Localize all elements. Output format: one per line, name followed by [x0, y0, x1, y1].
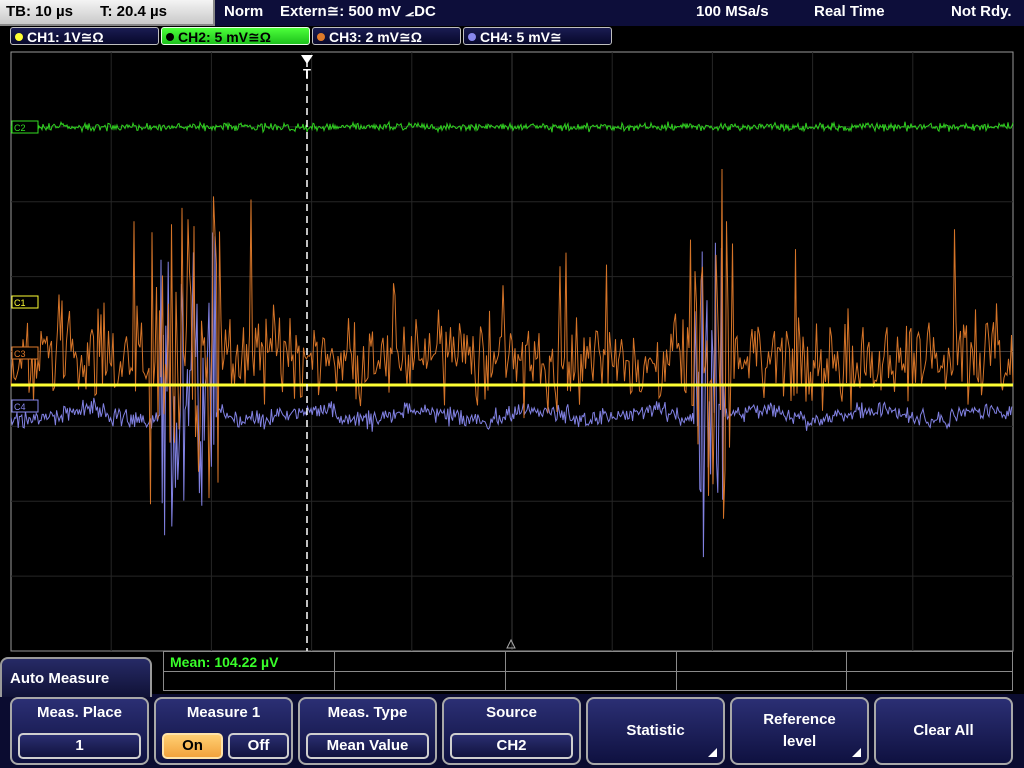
svg-text:C1: C1: [14, 298, 26, 308]
meas-type-softkey[interactable]: Meas. Type Mean Value: [298, 697, 437, 765]
source-label: Source: [486, 704, 537, 721]
statistic-label: Statistic: [626, 722, 685, 739]
channel-marker-ch3[interactable]: C3: [11, 346, 39, 360]
statistic-softkey[interactable]: Statistic: [586, 697, 725, 765]
measurement-cell-2: [334, 652, 506, 690]
measure1-softkey[interactable]: Measure 1 On Off: [154, 697, 293, 765]
meas-place-label: Meas. Place: [36, 704, 123, 721]
measure1-label: Measure 1: [186, 704, 261, 721]
meas-place-softkey[interactable]: Meas. Place 1: [10, 697, 149, 765]
trigger-marker-label: T: [303, 66, 311, 81]
source-softkey[interactable]: Source CH2: [442, 697, 581, 765]
meas-type-value[interactable]: Mean Value: [306, 733, 429, 759]
measurement-cell-4: [676, 652, 847, 690]
channel-marker-ch4[interactable]: C4: [11, 399, 39, 413]
source-value[interactable]: CH2: [450, 733, 573, 759]
measure1-on-button[interactable]: On: [162, 733, 223, 759]
measurement-mean-value: Mean: 104.22 µV: [170, 654, 279, 670]
measurement-results: Mean: 104.22 µV: [163, 651, 1013, 691]
svg-text:C4: C4: [14, 402, 26, 412]
channel-marker-ch1[interactable]: C1: [11, 295, 39, 309]
meas-type-label: Meas. Type: [327, 704, 408, 721]
measurement-cell-3: [505, 652, 677, 690]
clear-all-label: Clear All: [913, 722, 974, 739]
clear-all-softkey[interactable]: Clear All: [874, 697, 1013, 765]
svg-text:C3: C3: [14, 349, 26, 359]
submenu-corner-icon: [708, 748, 717, 757]
reference-level-label-line1: Reference: [763, 711, 836, 728]
svg-text:C2: C2: [14, 123, 26, 133]
channel-marker-ch2[interactable]: C2: [11, 120, 39, 134]
meas-place-value[interactable]: 1: [18, 733, 141, 759]
menu-title: Auto Measure: [0, 657, 152, 697]
reference-level-label-line2: level: [782, 733, 817, 750]
reference-level-softkey[interactable]: Reference level: [730, 697, 869, 765]
submenu-corner-icon: [852, 748, 861, 757]
measure1-off-button[interactable]: Off: [228, 733, 289, 759]
